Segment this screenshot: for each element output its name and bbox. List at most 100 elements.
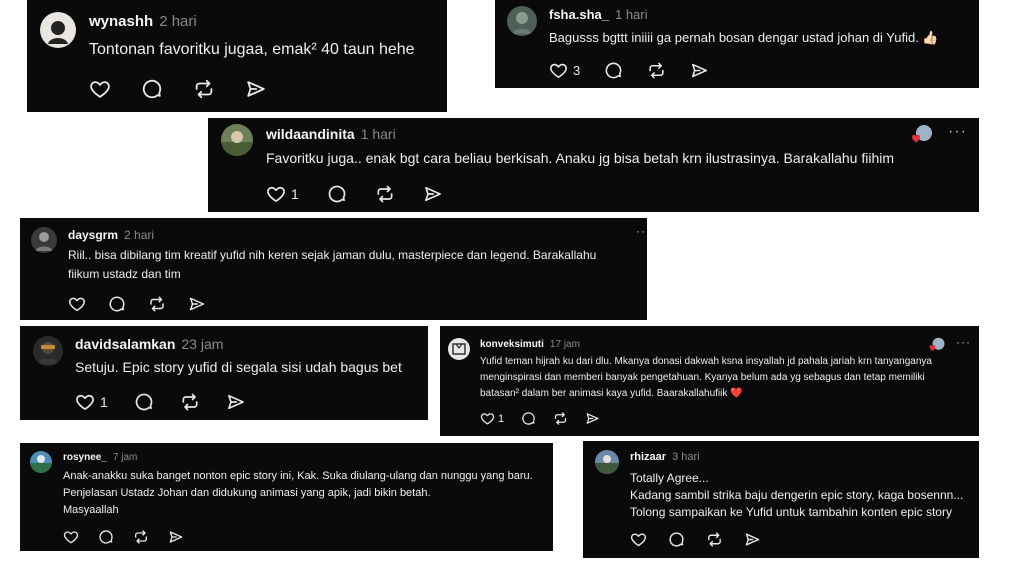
comment-button[interactable] — [141, 78, 163, 100]
avatar[interactable] — [31, 227, 57, 253]
share-button[interactable] — [188, 295, 206, 313]
username-text[interactable]: wildaandinita — [266, 126, 355, 142]
like-button[interactable]: 1 — [266, 184, 299, 204]
username-text[interactable]: wynashh — [89, 13, 153, 30]
reaction-avatar[interactable] — [910, 124, 934, 149]
repost-button[interactable] — [647, 61, 666, 80]
share-button[interactable] — [423, 184, 443, 204]
share-button[interactable] — [245, 78, 267, 100]
username-text[interactable]: konveksimuti — [480, 339, 544, 350]
like-button[interactable]: 1 — [75, 392, 108, 412]
repost-button[interactable] — [180, 392, 200, 412]
comment-text: Favoritku juga.. enak bgt cara beliau be… — [266, 150, 895, 166]
username[interactable]: daysgrm 2 hari — [68, 228, 154, 242]
repost-button[interactable] — [375, 184, 395, 204]
comment-icon — [668, 531, 685, 548]
heart-icon — [266, 184, 286, 204]
username-text[interactable]: fsha.sha_ — [549, 7, 609, 22]
like-button[interactable] — [63, 529, 79, 545]
repost-icon — [133, 529, 149, 545]
action-bar: 3 — [549, 61, 709, 80]
comment-icon — [98, 529, 114, 545]
comment-card: rhizaar 3 hari Totally Agree... Kadang sa… — [583, 441, 979, 558]
comment-text: Setuju. Epic story yufid di segala sisi … — [75, 359, 402, 375]
repost-button[interactable] — [553, 411, 568, 426]
username-text[interactable]: rhizaar — [630, 451, 666, 463]
avatar[interactable] — [507, 6, 537, 36]
avatar[interactable] — [33, 336, 63, 366]
username-text[interactable]: davidsalamkan — [75, 336, 175, 352]
comment-text: Bagusss bgttt iniiii ga pernah bosan den… — [549, 30, 939, 45]
more-options-button[interactable]: ·· — [636, 224, 646, 238]
share-button[interactable] — [168, 529, 184, 545]
comment-text-line: Anak-anakku suka banget nonton epic stor… — [63, 470, 533, 482]
repost-button[interactable] — [193, 78, 215, 100]
username[interactable]: konveksimuti 17 jam — [480, 339, 580, 350]
action-bar — [68, 295, 206, 313]
like-count: 1 — [100, 394, 108, 410]
comment-button[interactable] — [327, 184, 347, 204]
comment-text-line: Riil.. bisa dibilang tim kreatif yufid n… — [68, 248, 597, 262]
reaction-avatar[interactable] — [928, 337, 946, 357]
repost-button[interactable] — [706, 531, 723, 548]
like-button[interactable]: 3 — [549, 61, 580, 80]
timestamp: 17 jam — [549, 339, 580, 350]
repost-icon — [180, 392, 200, 412]
action-bar — [630, 531, 761, 548]
comment-card: rosynee_ 7 jam Anak-anakku suka banget no… — [20, 443, 553, 551]
comment-card: daysgrm 2 hari ·· Riil.. bisa dibilang ti… — [20, 218, 647, 320]
comment-icon — [327, 184, 347, 204]
share-button[interactable] — [744, 531, 761, 548]
avatar[interactable] — [221, 124, 253, 156]
comment-button[interactable] — [98, 529, 114, 545]
share-button[interactable] — [226, 392, 246, 412]
username-text[interactable]: rosynee_ — [63, 452, 107, 463]
comment-icon — [604, 61, 623, 80]
share-icon — [168, 529, 184, 545]
username[interactable]: wildaandinita 1 hari — [266, 126, 396, 142]
username[interactable]: rosynee_ 7 jam — [63, 452, 137, 463]
timestamp: 7 jam — [112, 452, 138, 463]
comment-button[interactable] — [108, 295, 126, 313]
heart-icon — [75, 392, 95, 412]
like-button[interactable] — [89, 78, 111, 100]
comment-text-line: Masyaallah — [63, 504, 119, 516]
timestamp: 1 hari — [614, 7, 648, 22]
repost-icon — [375, 184, 395, 204]
like-button[interactable] — [68, 295, 86, 313]
avatar[interactable] — [40, 12, 76, 48]
repost-button[interactable] — [133, 529, 149, 545]
comment-button[interactable] — [604, 61, 623, 80]
share-button[interactable] — [690, 61, 709, 80]
share-icon — [226, 392, 246, 412]
username[interactable]: fsha.sha_ 1 hari — [549, 7, 648, 22]
username[interactable]: wynashh 2 hari — [89, 13, 197, 30]
avatar[interactable] — [595, 450, 619, 474]
repost-button[interactable] — [148, 295, 166, 313]
comment-card: konveksimuti 17 jam ··· Yufid teman hijra… — [440, 326, 979, 436]
comment-button[interactable] — [521, 411, 536, 426]
share-button[interactable] — [585, 411, 600, 426]
repost-icon — [553, 411, 568, 426]
comment-button[interactable] — [134, 392, 154, 412]
more-options-button[interactable]: ··· — [956, 335, 971, 349]
heart-icon — [630, 531, 647, 548]
comment-text-line: menginspirasi dan memberi banyak pengeta… — [480, 372, 925, 383]
username-text[interactable]: daysgrm — [68, 228, 118, 242]
username[interactable]: rhizaar 3 hari — [630, 451, 700, 463]
more-options-button[interactable]: ··· — [948, 123, 967, 141]
timestamp: 3 hari — [672, 451, 700, 463]
comment-button[interactable] — [668, 531, 685, 548]
heart-icon — [549, 61, 568, 80]
username[interactable]: davidsalamkan 23 jam — [75, 336, 223, 352]
avatar[interactable] — [448, 338, 470, 360]
action-bar: 1 — [480, 411, 600, 426]
comment-icon — [134, 392, 154, 412]
heart-icon — [68, 295, 86, 313]
like-button[interactable] — [630, 531, 647, 548]
comment-text-line: Tolong sampaikan ke Yufid untuk tambahin… — [630, 505, 952, 519]
repost-icon — [706, 531, 723, 548]
timestamp: 2 hari — [124, 228, 155, 242]
avatar[interactable] — [30, 451, 52, 473]
like-button[interactable]: 1 — [480, 411, 504, 426]
